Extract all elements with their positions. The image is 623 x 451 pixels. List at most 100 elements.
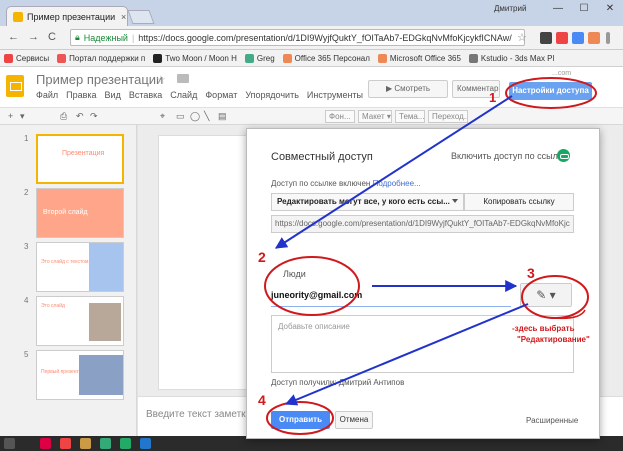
send-button[interactable]: Отправить (271, 411, 330, 429)
word-icon[interactable] (140, 438, 151, 449)
slide-thumb-title: Презентация (62, 150, 105, 157)
slides-panel: 1 Презентация 2 Второй слайд 3 Это слайд… (0, 125, 137, 436)
slide-thumb-title: Это слайд с текстом (41, 259, 89, 265)
menu-insert[interactable]: Вставка (129, 90, 162, 100)
maximize-button[interactable]: ☐ (571, 0, 597, 18)
folder-icon[interactable] (177, 74, 189, 83)
bookmark-item[interactable]: Портал поддержки п (57, 53, 145, 63)
link-icon[interactable] (557, 149, 570, 162)
window-controls: — ☐ ✕ (545, 0, 623, 18)
minimize-button[interactable]: — (545, 0, 571, 18)
slides-logo-icon[interactable] (6, 75, 24, 97)
bookmark-item[interactable]: Greg (244, 53, 275, 63)
start-icon[interactable] (4, 438, 15, 449)
address-url: https://docs.google.com/presentation/d/1… (138, 32, 512, 43)
menu-view[interactable]: Вид (105, 90, 121, 100)
excel-icon[interactable] (120, 438, 131, 449)
extension-camera-icon[interactable] (540, 32, 552, 44)
menu-file[interactable]: Файл (36, 90, 58, 100)
menu-tools[interactable]: Инструменты (307, 90, 363, 100)
advanced-link[interactable]: Расширенные (526, 416, 578, 425)
permission-select[interactable]: Редактировать могут все, у кого есть ссы… (271, 193, 464, 211)
bookmark-icon (468, 53, 478, 63)
new-slide-icon[interactable]: + (8, 111, 13, 121)
slide-thumbnail[interactable]: Второй слайд (36, 188, 124, 238)
new-slide-dropdown-icon[interactable]: ▾ (20, 111, 25, 122)
learn-more-link[interactable]: Подробнее... (373, 179, 421, 188)
bookmark-item[interactable]: Microsoft Office 365 (377, 53, 461, 63)
dialog-title: Совместный доступ (271, 151, 373, 163)
close-window-button[interactable]: ✕ (597, 0, 623, 18)
new-tab-button[interactable] (127, 10, 155, 24)
bookmark-icon (4, 53, 13, 63)
tab-close-icon[interactable]: × (121, 12, 126, 22)
link-sharing-toggle[interactable]: Включить доступ по ссылке (451, 151, 567, 161)
cancel-button[interactable]: Отмена (335, 411, 373, 429)
slides-favicon-icon (13, 11, 23, 22)
address-bar[interactable]: 🔒︎ Надежный | https://docs.google.com/pr… (70, 29, 525, 46)
reload-button[interactable]: C (48, 31, 56, 43)
bookmark-star-icon[interactable]: ☆ (517, 31, 527, 44)
people-label: Люди (283, 269, 306, 279)
comments-button[interactable]: Комментарии (452, 80, 500, 98)
slide-thumb-image (79, 355, 123, 395)
people-input[interactable]: juneority@gmail.com (271, 285, 511, 307)
slide-number: 3 (24, 242, 29, 251)
bookmark-item[interactable]: Office 365 Персонал (282, 53, 370, 63)
slide-thumbnail[interactable]: Это слайд (36, 296, 124, 346)
description-field[interactable]: Добавьте описание (271, 315, 574, 373)
textbox-icon[interactable]: ▭ (176, 111, 185, 122)
print-icon[interactable]: ⎙ (60, 111, 67, 122)
link-sharing-info: Доступ по ссылке включен Подробнее... (271, 179, 421, 188)
slide-number: 5 (24, 350, 29, 359)
share-settings-button[interactable]: Настройки доступа (509, 82, 592, 100)
share-dialog: Совместный доступ Включить доступ по ссы… (246, 128, 600, 439)
browser-tab[interactable]: Пример презентации - × (6, 6, 128, 26)
chrome-icon[interactable] (60, 438, 71, 449)
background-button[interactable]: Фон... (325, 110, 355, 123)
transition-button[interactable]: Переход... (428, 110, 468, 123)
browser-menu-icon[interactable] (606, 32, 610, 44)
bookmark-icon (377, 53, 387, 63)
back-button[interactable]: ← (8, 31, 19, 43)
shape-icon[interactable]: ◯ (190, 111, 200, 122)
menu-arrange[interactable]: Упорядочить (245, 90, 299, 100)
taskbar-app-icon[interactable] (80, 438, 91, 449)
image-icon[interactable]: ▤ (218, 111, 227, 122)
copy-link-button[interactable]: Копировать ссылку (464, 193, 574, 211)
share-url-field[interactable]: https://docs.google.com/presentation/d/1… (271, 215, 574, 233)
present-button[interactable]: ▶ Смотреть (368, 80, 448, 98)
extension-office-icon[interactable] (588, 32, 600, 44)
slide-thumb-title: Это слайд (41, 303, 65, 309)
menu-format[interactable]: Формат (205, 90, 237, 100)
menu-bar: Файл Правка Вид Вставка Слайд Формат Упо… (36, 90, 391, 100)
theme-button[interactable]: Тема... (395, 110, 425, 123)
menu-edit[interactable]: Правка (66, 90, 96, 100)
description-placeholder: Добавьте описание (278, 322, 350, 331)
extension-translate-icon[interactable] (572, 32, 584, 44)
forward-button[interactable]: → (28, 31, 39, 43)
line-icon[interactable]: ╲ (204, 111, 209, 122)
bookmark-item[interactable]: Two Moon / Moon H (153, 53, 237, 63)
extension-adblock-icon[interactable] (556, 32, 568, 44)
redo-icon[interactable]: ↷ (90, 111, 98, 122)
bookmark-item[interactable]: Kstudio - 3ds Max Pl (468, 53, 554, 63)
star-icon[interactable]: ☆ (156, 73, 166, 86)
secure-label: Надежный (83, 32, 128, 43)
slide-thumbnail[interactable]: Это слайд с текстом (36, 242, 124, 292)
taskbar-app-icon[interactable] (40, 438, 51, 449)
taskbar-app-icon[interactable] (100, 438, 111, 449)
document-title[interactable]: Пример презентации (36, 72, 163, 87)
slide-thumbnail[interactable]: Презентация (36, 134, 124, 184)
select-icon[interactable]: ⌖ (160, 111, 165, 122)
edit-permission-button[interactable]: ✎ ▾ (520, 283, 572, 307)
layout-button[interactable]: Макет ▾ (358, 110, 392, 123)
bookmark-icon (153, 53, 163, 63)
slide-thumb-image (89, 243, 123, 291)
browser-user[interactable]: Дмитрий (494, 4, 526, 13)
slide-thumb-image (89, 303, 121, 341)
slide-thumbnail[interactable]: Первый презентация (36, 350, 124, 400)
menu-slide[interactable]: Слайд (170, 90, 197, 100)
undo-icon[interactable]: ↶ (76, 111, 84, 122)
bookmark-item[interactable]: Сервисы (4, 53, 49, 63)
